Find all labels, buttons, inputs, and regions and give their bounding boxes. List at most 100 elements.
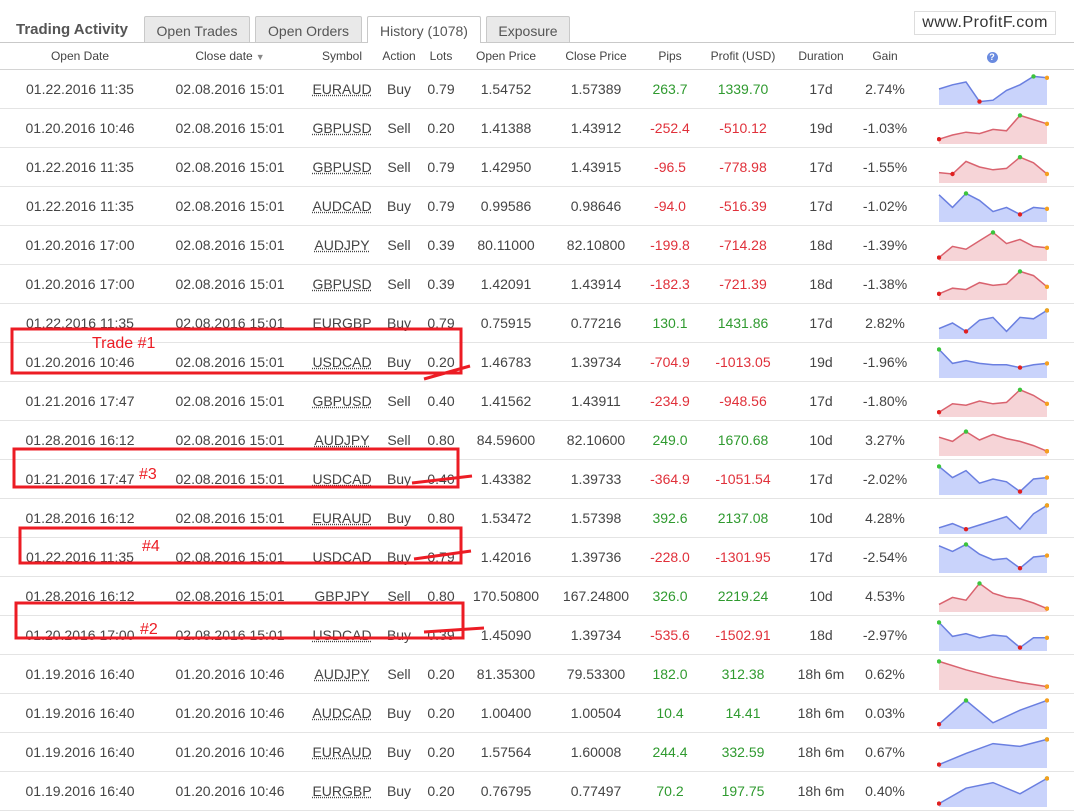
sparkline-area [939,193,1047,222]
col-chart[interactable]: ? [984,49,1000,63]
open-price-cell: 84.59600 [476,432,536,448]
symbol-cell[interactable]: GBPUSD [310,393,374,409]
table-row[interactable]: 01.22.2016 11:35 02.08.2016 15:01 USDCAD Bu… [0,538,1074,577]
table-row[interactable]: 01.22.2016 11:35 02.08.2016 15:01 AUDCAD Bu… [0,187,1074,226]
sparkline-area [939,505,1047,534]
sparkline-max-dot [1017,113,1023,118]
symbol-cell[interactable]: AUDJPY [310,237,374,253]
table-row[interactable]: 01.28.2016 16:12 02.08.2016 15:01 GBPJPY Se… [0,577,1074,616]
trade-sparkline [937,269,1049,300]
table-row[interactable]: 01.28.2016 16:12 02.08.2016 15:01 AUDJPY Se… [0,421,1074,460]
symbol-cell[interactable]: EURGBP [310,783,374,799]
col-symbol[interactable]: Symbol [310,49,374,63]
table-row[interactable]: 01.22.2016 11:35 02.08.2016 15:01 GBPUSD Se… [0,148,1074,187]
table-row[interactable]: 01.20.2016 17:00 02.08.2016 15:01 GBPUSD Se… [0,265,1074,304]
symbol-cell[interactable]: USDCAD [310,354,374,370]
col-pips[interactable]: Pips [646,49,694,63]
table-row[interactable]: 01.20.2016 17:00 02.08.2016 15:01 USDCAD Bu… [0,616,1074,655]
table-row[interactable]: 01.21.2016 17:47 02.08.2016 15:01 USDCAD Bu… [0,460,1074,499]
trade-sparkline [938,429,1049,456]
close-date-cell: 02.08.2016 15:01 [175,432,285,448]
symbol-cell[interactable]: AUDJPY [310,666,374,682]
open-date-cell: 01.21.2016 17:47 [25,471,135,487]
close-price-cell: 1.57389 [570,81,622,97]
table-row[interactable]: 01.19.2016 16:40 01.20.2016 10:46 EURGBP Bu… [0,772,1074,811]
tab-exposure[interactable]: Exposure [486,16,570,42]
pips-cell: 182.0 [652,666,688,682]
table-row[interactable]: 01.20.2016 10:46 02.08.2016 15:01 GBPUSD Se… [0,109,1074,148]
sparkline-max-dot [1017,387,1023,392]
col-open-date[interactable]: Open Date [20,49,140,63]
sparkline-area [939,700,1047,729]
tab-history[interactable]: History (1078) [367,16,481,43]
pips-cell: -234.9 [650,393,690,409]
symbol-cell[interactable]: GBPUSD [310,159,374,175]
col-gain[interactable]: Gain [860,49,910,63]
symbol-cell[interactable]: EURGBP [310,315,374,331]
close-price-cell: 1.60008 [570,744,622,760]
col-action[interactable]: Action [378,49,420,63]
open-price-cell: 80.11000 [477,237,535,253]
profit-cell: -1301.95 [715,549,771,565]
symbol-cell[interactable]: EURAUD [310,510,374,526]
symbol-cell[interactable]: USDCAD [310,549,374,565]
open-price-cell: 1.57564 [480,744,532,760]
open-date-cell: 01.22.2016 11:35 [26,198,134,214]
symbol-cell[interactable]: GBPUSD [310,120,374,136]
symbol-cell[interactable]: EURAUD [310,744,374,760]
help-icon[interactable]: ? [986,52,998,63]
gain-cell: -1.03% [862,120,908,136]
gain-cell: -1.80% [862,393,908,409]
pips-cell: -228.0 [650,549,690,565]
sparkline-max-dot [963,698,969,703]
col-open-price[interactable]: Open Price [466,49,546,63]
open-date-cell: 01.19.2016 16:40 [25,783,135,799]
close-price-cell: 1.43911 [571,393,621,409]
symbol-cell[interactable]: AUDCAD [310,198,374,214]
symbol-cell[interactable]: USDCAD [310,627,374,643]
symbol-cell[interactable]: USDCAD [310,471,374,487]
symbol-cell[interactable]: GBPUSD [310,276,374,292]
table-row[interactable]: 01.22.2016 11:35 02.08.2016 15:01 EURAUD Bu… [0,70,1074,109]
tab-open-trades[interactable]: Open Trades [144,16,250,42]
profit-cell: 2137.08 [717,510,769,526]
gain-cell: -1.38% [862,276,908,292]
table-row[interactable]: 01.19.2016 16:40 01.20.2016 10:46 AUDCAD Bu… [0,694,1074,733]
lots-cell: 0.20 [427,666,455,682]
symbol-cell[interactable]: AUDCAD [310,705,374,721]
sparkline-end-dot [1044,206,1049,211]
duration-cell: 10d [809,510,833,526]
symbol-cell[interactable]: EURAUD [310,81,374,97]
table-row[interactable]: 01.22.2016 11:35 02.08.2016 15:01 EURGBP Bu… [0,304,1074,343]
open-date-cell: 01.21.2016 17:47 [25,393,135,409]
col-lots[interactable]: Lots [422,49,460,63]
gain-cell: -2.97% [862,627,908,643]
sparkline-min-dot [977,99,982,104]
close-date-cell: 02.08.2016 15:01 [175,159,285,175]
duration-cell: 19d [809,120,833,136]
profit-cell: 197.75 [721,783,765,799]
duration-cell: 18h 6m [797,744,845,760]
col-close-date[interactable]: Close date ▼ [175,49,285,63]
symbol-cell[interactable]: AUDJPY [310,432,374,448]
profit-cell: 2219.24 [717,588,769,604]
duration-cell: 17d [809,393,833,409]
col-close-price[interactable]: Close Price [556,49,636,63]
col-duration[interactable]: Duration [792,49,850,63]
page-title: Trading Activity [16,21,128,38]
profit-cell: 332.59 [721,744,765,760]
col-profit[interactable]: Profit (USD) [700,49,786,63]
table-row[interactable]: 01.20.2016 17:00 02.08.2016 15:01 AUDJPY Se… [0,226,1074,265]
table-row[interactable]: 01.28.2016 16:12 02.08.2016 15:01 EURAUD Bu… [0,499,1074,538]
table-row[interactable]: 01.20.2016 10:46 02.08.2016 15:01 USDCAD Bu… [0,343,1074,382]
duration-cell: 18h 6m [797,666,845,682]
table-row[interactable]: 01.19.2016 16:40 01.20.2016 10:46 EURAUD Bu… [0,733,1074,772]
action-cell: Buy [386,198,412,214]
sparkline-area [939,431,1047,456]
table-row[interactable]: 01.21.2016 17:47 02.08.2016 15:01 GBPUSD Se… [0,382,1074,421]
table-row[interactable]: 01.19.2016 16:40 01.20.2016 10:46 AUDJPY Se… [0,655,1074,694]
close-price-cell: 0.77216 [570,315,622,331]
symbol-cell[interactable]: GBPJPY [310,588,374,604]
tab-open-orders[interactable]: Open Orders [255,16,362,42]
open-price-cell: 0.99586 [480,198,532,214]
